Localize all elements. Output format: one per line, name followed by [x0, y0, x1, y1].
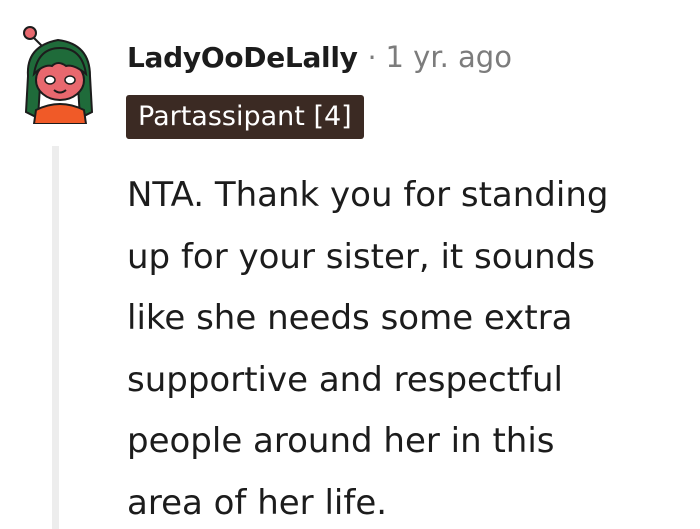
comment-body-line: area of her life. — [127, 482, 388, 523]
user-avatar[interactable] — [18, 14, 98, 125]
comment-timestamp[interactable]: 1 yr. ago — [386, 40, 512, 74]
comment-header: LadyOoDeLally · 1 yr. ago — [127, 36, 512, 78]
avatar-icon — [22, 26, 98, 125]
username-link[interactable]: LadyOoDeLally — [127, 41, 358, 74]
comment-body-line: like she needs some extra — [127, 298, 573, 338]
comment-body-line: people around her in this — [127, 421, 555, 461]
comment-body-line: NTA. Thank you for standing — [127, 175, 609, 215]
user-flair-badge: Partassipant [4] — [126, 95, 364, 139]
comment: LadyOoDeLally · 1 yr. ago Partassipant [… — [0, 0, 700, 529]
comment-body: NTA. Thank you for standing up for your … — [127, 165, 687, 529]
thread-collapse-line[interactable] — [52, 146, 59, 529]
comment-body-line: up for your sister, it sounds — [127, 236, 595, 277]
comment-body-line: supportive and respectful — [127, 359, 563, 400]
meta-separator: · — [367, 40, 377, 74]
